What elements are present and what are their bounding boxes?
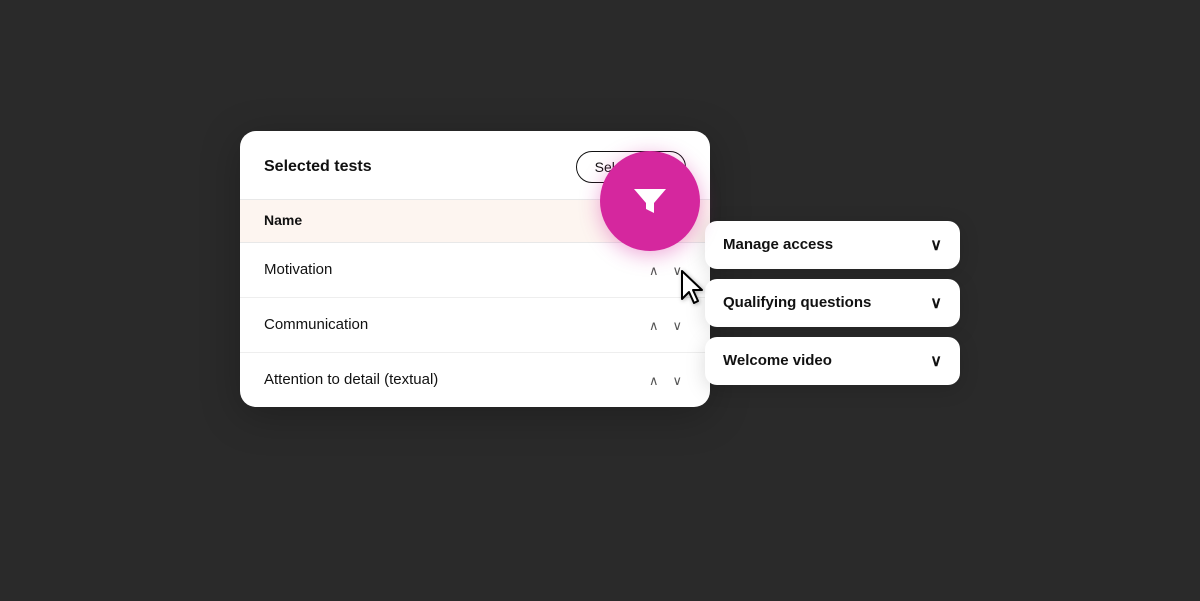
card-title: Selected tests (264, 158, 372, 176)
dropdown-list: Manage access ∨ Qualifying questions ∨ W… (705, 221, 960, 385)
attention-up-button[interactable] (645, 371, 663, 389)
communication-up-button[interactable] (645, 316, 663, 334)
welcome-video-label: Welcome video (723, 352, 832, 369)
welcome-video-chevron-icon: ∨ (930, 351, 942, 371)
dropdown-qualifying-questions[interactable]: Qualifying questions ∨ (705, 279, 960, 327)
filter-icon (628, 179, 672, 223)
attention-controls (645, 371, 686, 389)
test-name-communication: Communication (264, 316, 368, 333)
motivation-controls (645, 261, 686, 279)
name-label: Name (264, 212, 302, 228)
dropdown-manage-access[interactable]: Manage access ∨ (705, 221, 960, 269)
test-name-attention: Attention to detail (textual) (264, 371, 438, 388)
test-row-communication: Communication (240, 298, 710, 353)
test-name-motivation: Motivation (264, 261, 332, 278)
dropdown-welcome-video[interactable]: Welcome video ∨ (705, 337, 960, 385)
scene: Selected tests Select tests Name Motivat… (240, 91, 960, 511)
test-row-attention: Attention to detail (textual) (240, 353, 710, 407)
manage-access-chevron-icon: ∨ (930, 235, 942, 255)
communication-controls (645, 316, 686, 334)
filter-circle[interactable] (600, 151, 700, 251)
communication-down-button[interactable] (668, 316, 686, 334)
motivation-up-button[interactable] (645, 261, 663, 279)
motivation-down-button[interactable] (668, 261, 686, 279)
attention-down-button[interactable] (668, 371, 686, 389)
manage-access-label: Manage access (723, 236, 833, 253)
test-row-motivation: Motivation (240, 243, 710, 298)
qualifying-questions-label: Qualifying questions (723, 294, 871, 311)
qualifying-questions-chevron-icon: ∨ (930, 293, 942, 313)
